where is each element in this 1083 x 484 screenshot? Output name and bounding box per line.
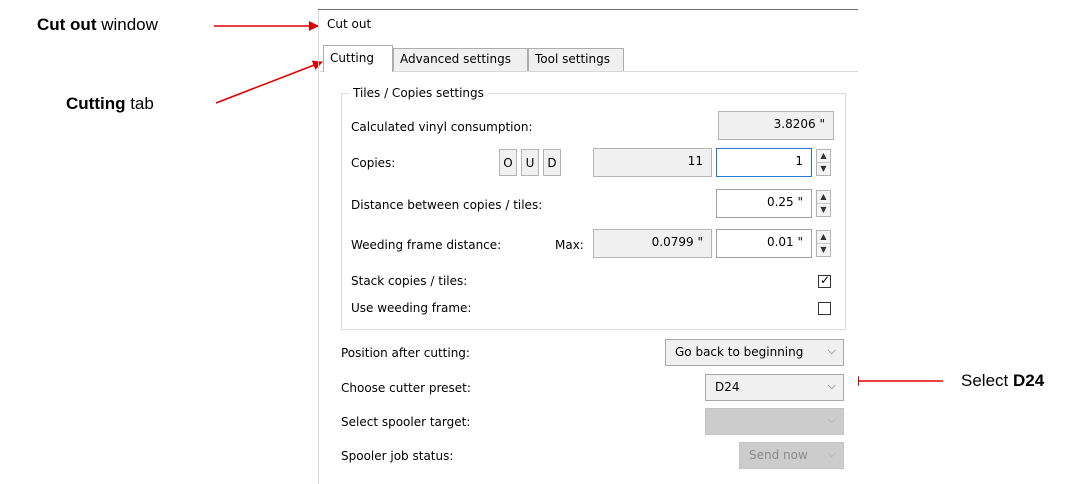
spooler-target-label: Select spooler target: (341, 415, 471, 429)
spin-up-icon[interactable]: ▲ (817, 231, 830, 244)
spooler-target-select[interactable]: ⌵ (705, 408, 844, 435)
weeding-distance-spinner[interactable]: ▲ ▼ (816, 230, 831, 257)
copies-input[interactable]: 1 (716, 148, 812, 177)
copies-label: Copies: (351, 156, 396, 170)
copies-o-button[interactable]: O (499, 149, 517, 176)
distance-label: Distance between copies / tiles: (351, 198, 543, 212)
tab-advanced-settings[interactable]: Advanced settings (393, 48, 528, 71)
spin-down-icon[interactable]: ▼ (817, 204, 830, 216)
window-title: Cut out (327, 17, 372, 31)
cutter-preset-value: D24 (715, 380, 740, 394)
tab-arrow (215, 60, 323, 104)
weeding-max-value: 0.0799 " (593, 229, 712, 258)
vinyl-consumption-value: 3.8206 " (718, 111, 834, 140)
cutter-preset-label: Choose cutter preset: (341, 381, 471, 395)
check-icon: ✓ (820, 273, 831, 287)
tab-tool-settings[interactable]: Tool settings (528, 48, 624, 71)
position-after-value: Go back to beginning (675, 345, 804, 359)
copies-computed-value: 11 (593, 148, 712, 177)
weeding-distance-input[interactable]: 0.01 " (716, 229, 812, 258)
use-weeding-frame-checkbox[interactable] (818, 302, 831, 315)
tab-annotation: Cutting tab (66, 94, 154, 113)
stack-copies-label: Stack copies / tiles: (351, 274, 468, 288)
spooler-send-now-select[interactable]: Send now ⌵ (739, 442, 844, 469)
group-legend: Tiles / Copies settings (349, 86, 488, 100)
spin-down-icon[interactable]: ▼ (817, 244, 830, 256)
spin-up-icon[interactable]: ▲ (817, 191, 830, 204)
window-annotation: Cut out window (37, 15, 158, 34)
spooler-status-label: Spooler job status: (341, 449, 454, 463)
spooler-status-value: Send now (749, 448, 808, 462)
window-top-border (318, 9, 858, 10)
weeding-max-label: Max: (555, 238, 584, 252)
vinyl-consumption-label: Calculated vinyl consumption: (351, 120, 533, 134)
spin-down-icon[interactable]: ▼ (817, 163, 830, 175)
tab-cutting[interactable]: Cutting (323, 45, 393, 72)
chevron-down-icon: ⌵ (827, 379, 836, 392)
cutter-preset-select[interactable]: D24 ⌵ (705, 374, 844, 401)
copies-d-button[interactable]: D (543, 149, 561, 176)
chevron-down-icon: ⌵ (827, 413, 836, 426)
use-weeding-frame-label: Use weeding frame: (351, 301, 472, 315)
copies-spinner[interactable]: ▲ ▼ (816, 149, 831, 176)
window-left-border (318, 10, 319, 484)
stack-copies-checkbox[interactable]: ✓ (818, 273, 831, 288)
copies-u-button[interactable]: U (521, 149, 539, 176)
chevron-down-icon: ⌵ (827, 344, 836, 357)
tab-strip-border (320, 71, 858, 72)
position-after-label: Position after cutting: (341, 346, 470, 360)
distance-input[interactable]: 0.25 " (716, 189, 812, 218)
select-annotation: Select D24 (961, 371, 1045, 390)
chevron-down-icon: ⌵ (827, 447, 836, 460)
weeding-distance-label: Weeding frame distance: (351, 238, 502, 252)
position-after-select[interactable]: Go back to beginning ⌵ (665, 339, 844, 366)
distance-spinner[interactable]: ▲ ▼ (816, 190, 831, 217)
spin-up-icon[interactable]: ▲ (817, 150, 830, 163)
